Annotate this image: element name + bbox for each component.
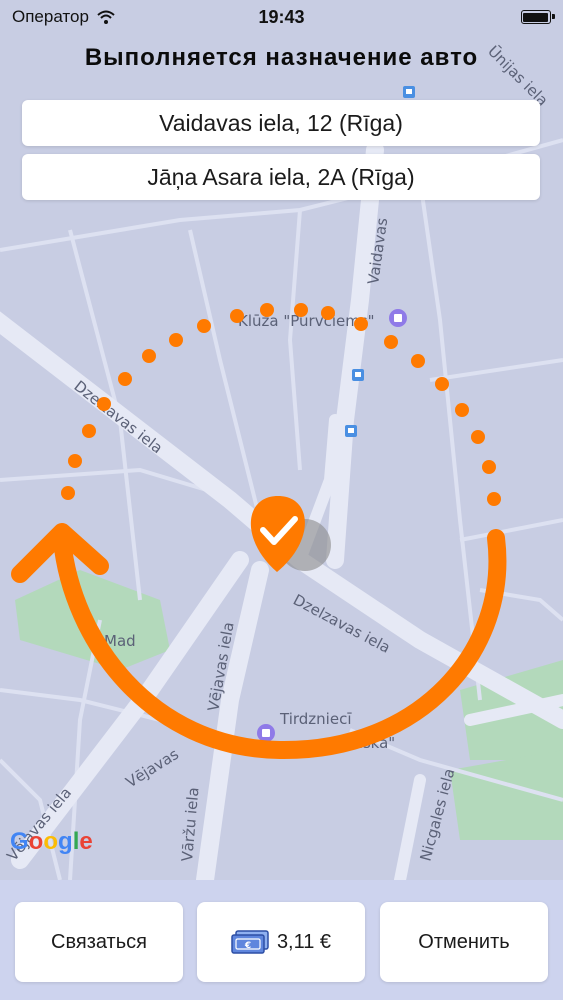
page-title: Выполняется назначение авто [84,44,479,71]
cancel-button-label: Отменить [418,930,510,953]
svg-text:€: € [244,941,251,951]
price-label: 3,11 € [276,930,332,953]
shop-poi-icon[interactable] [389,309,407,327]
destination-address-field[interactable]: Jāņa Asara iela, 2A (Rīga) [22,154,540,200]
map-label: Tirdzniecī [279,710,352,728]
map-label: Klūža "Purvciems" [238,312,375,330]
status-right [391,10,555,24]
mall-poi-icon[interactable] [257,724,275,742]
cancel-button[interactable]: Отменить [380,902,548,982]
wifi-icon [97,10,115,24]
pickup-address-field[interactable]: Vaidavas iela, 12 (Rīga) [22,100,540,146]
carrier-label: Оператор [12,7,89,26]
battery-icon [520,10,555,24]
bus-stop-icon [403,86,415,98]
cash-icon: € [231,930,269,954]
contact-button-label: Связаться [51,930,147,953]
status-left: Оператор [12,7,172,27]
google-logo: Google [10,828,93,855]
status-bar: Оператор 19:43 [0,0,563,34]
bus-stop-icon [352,369,364,381]
bus-stop-icon [345,425,357,437]
price-button[interactable]: € 3,11 € [197,902,365,982]
contact-button[interactable]: Связаться [15,902,183,982]
clock: 19:43 [258,6,305,27]
